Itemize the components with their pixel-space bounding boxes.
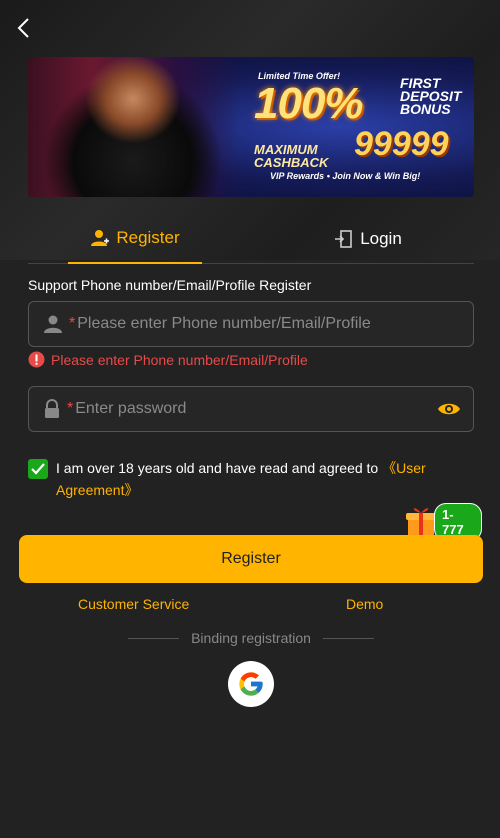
phone-field[interactable]: * [28, 301, 474, 347]
tab-register[interactable]: Register [68, 214, 202, 264]
banner-first-deposit: FIRST DEPOSIT BONUS [400, 75, 462, 117]
demo-link[interactable]: Demo [346, 596, 383, 612]
phone-error: Please enter Phone number/Email/Profile [28, 351, 308, 368]
promo-banner[interactable]: Limited Time Offer! 100% FIRST DEPOSIT B… [28, 57, 474, 197]
user-add-icon [91, 230, 110, 246]
agreement: I am over 18 years old and have read and… [28, 459, 474, 501]
divider-line [128, 637, 180, 639]
tab-login[interactable]: Login [318, 214, 418, 264]
banner-cashback: MAXIMUM CASHBACK [254, 142, 329, 170]
door-login-icon [335, 230, 352, 248]
error-icon [28, 351, 45, 368]
agreement-checkbox[interactable] [28, 459, 48, 479]
binding-label: Binding registration [191, 630, 311, 646]
gift-icon [406, 508, 436, 536]
banner-amount: 99999 [354, 125, 449, 163]
required-mark: * [69, 315, 76, 332]
auth-tabs: Register Login [28, 214, 474, 264]
google-login-button[interactable] [228, 661, 274, 707]
phone-input[interactable] [77, 315, 408, 333]
tab-register-label: Register [116, 228, 180, 247]
eye-icon [438, 403, 460, 415]
register-button[interactable]: Register [19, 535, 483, 583]
divider-line [322, 637, 375, 639]
show-password-button[interactable] [437, 398, 461, 425]
customer-service-link[interactable]: Customer Service [78, 596, 189, 612]
lock-icon [45, 399, 59, 418]
banner-vip: VIP Rewards • Join Now & Win Big! [270, 171, 421, 181]
support-text: Support Phone number/Email/Profile Regis… [28, 277, 312, 293]
banner-percent: 100% [254, 79, 364, 128]
chevron-left-icon [17, 18, 29, 38]
banner-text: Limited Time Offer! 100% FIRST DEPOSIT B… [248, 57, 474, 197]
back-button[interactable] [10, 14, 36, 42]
password-input[interactable] [75, 400, 406, 418]
google-icon [239, 672, 263, 696]
gift-promo[interactable]: 1-777 [404, 502, 482, 541]
agreement-text: I am over 18 years old and have read and… [56, 457, 474, 501]
tab-login-label: Login [360, 229, 402, 248]
banner-image [28, 57, 238, 197]
binding-divider: Binding registration [128, 630, 375, 646]
required-mark: * [67, 400, 74, 417]
top-bar [0, 0, 500, 56]
password-field[interactable]: * [28, 386, 474, 432]
user-icon [44, 315, 62, 333]
phone-error-text: Please enter Phone number/Email/Profile [51, 351, 308, 368]
check-icon [31, 463, 45, 475]
agreement-label: I am over 18 years old and have read and… [56, 460, 383, 476]
